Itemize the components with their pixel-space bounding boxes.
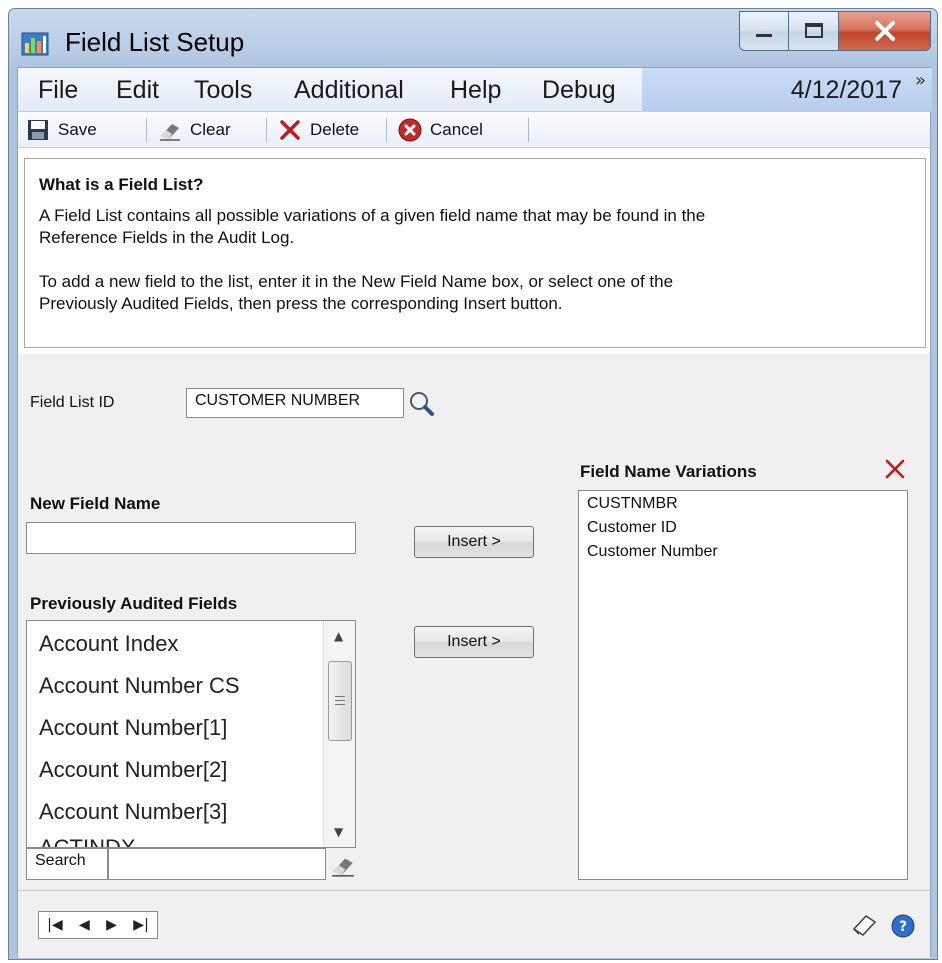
lookup-magnifier-icon[interactable] — [406, 388, 436, 418]
list-item[interactable]: Account Number[1] — [39, 715, 227, 741]
menu-edit[interactable]: Edit — [116, 76, 159, 105]
minimize-button[interactable] — [739, 11, 789, 51]
list-item[interactable]: Customer ID — [587, 519, 677, 537]
list-item[interactable]: Account Number[2] — [39, 757, 227, 783]
scroll-thumb[interactable] — [328, 661, 352, 741]
grip-line — [335, 700, 345, 701]
new-field-name-label: New Field Name — [30, 494, 161, 513]
list-item[interactable]: CUSTNMBR — [587, 495, 678, 513]
close-icon — [874, 21, 895, 41]
field-list-id-input[interactable]: CUSTOMER NUMBER — [186, 388, 404, 418]
grip-line — [335, 704, 345, 705]
field-name-variations-label: Field Name Variations — [580, 462, 757, 481]
form-area: Field List ID CUSTOMER NUMBER Field Name… — [18, 354, 930, 890]
menu-tools[interactable]: Tools — [194, 76, 252, 105]
field-list-setup-window: Field List Setup File Edit Tools Additio… — [8, 8, 938, 960]
search-label: Search — [26, 848, 108, 880]
date-area: 4/12/2017 » — [642, 68, 932, 112]
insert-new-field-button[interactable]: Insert > — [414, 526, 534, 558]
chevron-right-icon[interactable]: » — [915, 70, 926, 91]
help-icon[interactable]: ? — [890, 913, 916, 939]
list-item[interactable]: Account Number CS — [39, 673, 240, 699]
list-item[interactable]: Customer Number — [587, 543, 718, 561]
info-paragraph-2: To add a new field to the list, enter it… — [39, 271, 909, 315]
info-line: To add a new field to the list, enter it… — [39, 272, 674, 291]
app-icon — [21, 32, 49, 56]
save-label: Save — [58, 120, 97, 139]
svg-text:?: ? — [899, 919, 907, 935]
save-button[interactable]: Save — [26, 117, 97, 143]
client-area: File Edit Tools Additional Help Debug 4/… — [17, 67, 932, 958]
info-title: What is a Field List? — [39, 175, 204, 194]
clear-label: Clear — [190, 120, 231, 139]
scroll-down-arrow-icon[interactable]: ▼ — [334, 825, 343, 839]
delete-label: Delete — [310, 120, 360, 139]
note-icon[interactable] — [850, 913, 878, 937]
delete-button[interactable]: Delete — [278, 117, 359, 143]
menu-help[interactable]: Help — [450, 76, 501, 105]
maximize-icon — [804, 23, 823, 38]
field-name-variations-list[interactable]: CUSTNMBR Customer ID Customer Number — [578, 490, 908, 880]
maximize-button[interactable] — [789, 11, 839, 51]
save-icon — [28, 120, 48, 140]
eraser-icon — [160, 124, 180, 141]
scroll-up-arrow-icon[interactable]: ▲ — [334, 629, 343, 643]
next-record-icon[interactable]: ▶ — [106, 917, 117, 933]
info-line: Reference Fields in the Audit Log. — [39, 228, 295, 247]
menu-additional[interactable]: Additional — [294, 76, 404, 105]
last-record-icon[interactable]: ▶| — [133, 917, 148, 933]
previously-audited-fields-label: Previously Audited Fields — [30, 594, 238, 613]
record-navigation: |◀ ◀ ▶ ▶| — [38, 911, 158, 939]
delete-x-icon — [280, 120, 300, 140]
remove-variation-x-icon[interactable] — [884, 458, 906, 480]
insert-audited-field-button[interactable]: Insert > — [414, 626, 534, 658]
info-line: Previously Audited Fields, then press th… — [39, 294, 563, 313]
minimize-icon — [756, 34, 772, 37]
toolbar-divider — [266, 118, 267, 142]
previous-record-icon[interactable]: ◀ — [79, 917, 90, 933]
grip-line — [335, 696, 345, 697]
clear-button[interactable]: Clear — [158, 117, 231, 143]
toolbar-divider — [146, 118, 147, 142]
clear-search-eraser-icon[interactable] — [330, 852, 356, 878]
cancel-button[interactable]: Cancel — [398, 117, 483, 143]
previously-audited-fields-list[interactable]: Account Index Account Number CS Account … — [26, 620, 356, 848]
toolbar-divider — [386, 118, 387, 142]
toolbar-divider — [528, 118, 529, 142]
user-date[interactable]: 4/12/2017 — [791, 76, 902, 105]
menu-bar: File Edit Tools Additional Help Debug 4/… — [18, 68, 932, 112]
window-title: Field List Setup — [65, 27, 245, 57]
cancel-icon — [398, 118, 422, 142]
new-field-name-input[interactable] — [26, 522, 356, 554]
list-item[interactable]: ACTINDX — [39, 835, 136, 847]
title-bar[interactable]: Field List Setup — [9, 9, 937, 67]
list-item[interactable]: Account Index — [39, 631, 178, 657]
info-paragraph-1: A Field List contains all possible varia… — [39, 205, 909, 249]
close-button[interactable] — [839, 11, 931, 51]
list-item[interactable]: Account Number[3] — [39, 799, 227, 825]
info-panel: What is a Field List? A Field List conta… — [24, 158, 926, 348]
field-list-id-label: Field List ID — [30, 394, 115, 411]
cancel-label: Cancel — [430, 120, 483, 139]
first-record-icon[interactable]: |◀ — [47, 917, 62, 933]
info-line: A Field List contains all possible varia… — [39, 206, 706, 225]
menu-file[interactable]: File — [38, 76, 78, 105]
menu-debug[interactable]: Debug — [542, 76, 616, 105]
status-bar: |◀ ◀ ▶ ▶| ? — [18, 890, 930, 958]
list-scrollbar[interactable]: ▲ ▼ — [323, 621, 355, 847]
toolbar: Save Clear Delete Cancel — [18, 112, 930, 148]
window-controls — [739, 11, 931, 51]
search-input[interactable] — [108, 848, 326, 880]
